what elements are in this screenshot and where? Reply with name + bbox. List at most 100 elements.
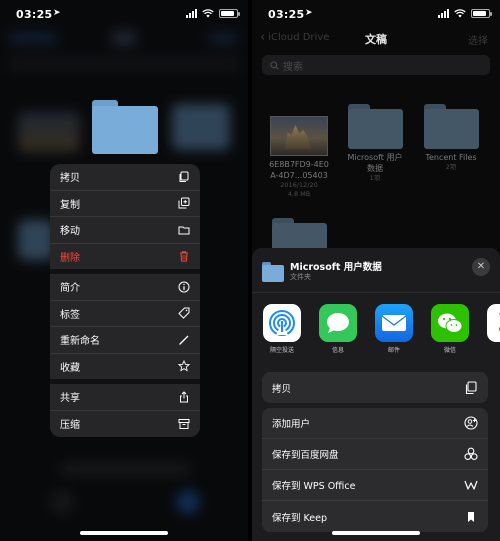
folder-icon (423, 104, 479, 149)
menu-item-rename[interactable]: 重新命名 (50, 327, 200, 354)
wps-icon (464, 480, 478, 490)
close-icon[interactable]: ✕ (472, 258, 490, 276)
file-date: 2016/12/20 (280, 181, 318, 189)
baidu-netdisk-icon (464, 447, 478, 460)
action-label: 添加用户 (272, 419, 311, 430)
share-app-label: 微信 (443, 347, 456, 354)
action-label: 保存到百度网盘 (272, 450, 339, 461)
navigation-bar: ‹ iCloud Drive 文稿 选择 (252, 28, 500, 52)
mail-icon (375, 304, 413, 342)
wifi-icon (202, 9, 214, 18)
search-field[interactable]: 搜索 (262, 55, 490, 75)
menu-item-favorite[interactable]: 收藏 (50, 354, 200, 384)
folder-item-microsoft[interactable]: Microsoft 用户 数据 1项 (340, 104, 410, 183)
status-bar: 03:25 ➤ (252, 0, 500, 28)
select-button[interactable]: 选择 (468, 32, 488, 47)
menu-item-label: 删除 (60, 252, 80, 264)
menu-item-copy[interactable]: 拷贝 (50, 164, 200, 191)
file-size: 4.8 MB (287, 190, 311, 198)
duplicate-icon (178, 197, 190, 209)
tag-icon (178, 307, 190, 319)
image-thumbnail (270, 116, 328, 156)
menu-item-label: 重新命名 (60, 336, 100, 348)
star-icon (178, 360, 190, 372)
menu-item-label: 压缩 (60, 420, 80, 432)
share-app-mail[interactable]: 邮件 (372, 304, 416, 354)
share-apps-row: 隔空投送 信息 邮件 微信 (260, 304, 500, 358)
bookmark-icon (468, 511, 474, 522)
menu-item-label: 拷贝 (60, 173, 80, 185)
cellular-signal-icon (186, 9, 197, 18)
share-actions-group-1: 拷贝 (262, 372, 488, 403)
menu-item-tags[interactable]: 标签 (50, 301, 200, 327)
menu-item-label: 共享 (60, 393, 80, 405)
page-title: 文稿 (365, 33, 387, 46)
search-placeholder: 搜索 (283, 61, 303, 73)
status-time: 03:25 (268, 8, 305, 21)
wifi-icon (454, 9, 466, 18)
folder-item-count: 2项 (445, 163, 457, 171)
action-save-wps[interactable]: 保存到 WPS Office (262, 470, 488, 501)
pencil-icon (178, 334, 190, 346)
airdrop-icon (263, 304, 301, 342)
info-icon (178, 281, 190, 293)
share-app-label: 邮件 (387, 347, 400, 354)
home-indicator[interactable] (80, 531, 168, 535)
folder-icon (262, 262, 284, 282)
battery-icon (471, 9, 492, 18)
share-app-partial[interactable] (484, 304, 500, 342)
menu-item-label: 收藏 (60, 362, 80, 374)
folder-name: Tencent Files (425, 153, 477, 162)
menu-item-label: 标签 (60, 309, 80, 321)
home-indicator[interactable] (332, 531, 420, 535)
menu-item-move[interactable]: 移动 (50, 217, 200, 244)
location-arrow-icon: ➤ (53, 8, 61, 18)
action-label: 保存到 WPS Office (272, 481, 356, 492)
copy-icon (178, 171, 190, 183)
file-name-line2: A-4D7...05403 (270, 171, 328, 180)
menu-item-delete[interactable]: 删除 (50, 244, 200, 274)
action-label: 拷贝 (272, 383, 292, 395)
folder-name: Microsoft 用户 (347, 153, 403, 162)
share-icon (178, 391, 190, 403)
location-arrow-icon: ➤ (305, 8, 313, 18)
file-item-image[interactable]: 6E8B7FD9-4E0 A-4D7...05403 2016/12/20 4.8 … (264, 112, 334, 199)
action-save-baidu[interactable]: 保存到百度网盘 (262, 439, 488, 470)
battery-icon (219, 9, 240, 18)
cellular-signal-icon (438, 9, 449, 18)
folder-icon (347, 104, 403, 149)
menu-item-compress[interactable]: 压缩 (50, 411, 200, 438)
folder-icon (178, 224, 190, 236)
share-app-label: 信息 (331, 347, 344, 354)
menu-item-share[interactable]: 共享 (50, 384, 200, 411)
menu-item-duplicate[interactable]: 复制 (50, 191, 200, 217)
add-person-icon (464, 416, 478, 430)
wechat-icon (431, 304, 469, 342)
status-time: 03:25 (16, 8, 53, 21)
messages-icon (319, 304, 357, 342)
share-app-messages[interactable]: 信息 (316, 304, 360, 354)
action-add-people[interactable]: 添加用户 (262, 408, 488, 439)
share-app-airdrop[interactable]: 隔空投送 (260, 304, 304, 354)
right-screen: 03:25 ➤ ‹ iCloud Drive 文稿 选择 搜索 6E8B7FD9… (252, 0, 500, 541)
menu-item-info[interactable]: 简介 (50, 274, 200, 301)
left-screen: 03:25 ➤ 拷贝 复制 移动 删除 简介 标签 重新命名 收藏 共享 压缩 (0, 0, 248, 541)
action-save-keep[interactable]: 保存到 Keep (262, 501, 488, 532)
folder-item-tencent[interactable]: Tencent Files 2项 (416, 104, 486, 172)
action-copy[interactable]: 拷贝 (262, 372, 488, 403)
action-label: 保存到 Keep (272, 512, 327, 524)
share-app-wechat[interactable]: 微信 (428, 304, 472, 354)
status-bar: 03:25 ➤ (0, 0, 248, 28)
selected-folder-preview (92, 100, 158, 154)
share-sheet-title: Microsoft 用户数据 (290, 262, 382, 273)
folder-item-count: 1项 (369, 174, 381, 182)
share-app-label: 隔空投送 (269, 347, 294, 354)
menu-item-label: 移动 (60, 226, 80, 238)
menu-item-label: 复制 (60, 199, 80, 211)
share-sheet: Microsoft 用户数据 文件夹 ✕ 隔空投送 信息 邮件 微信 拷贝 添加… (252, 248, 500, 541)
app-icon (487, 304, 500, 342)
context-menu: 拷贝 复制 移动 删除 简介 标签 重新命名 收藏 共享 压缩 (50, 164, 200, 437)
folder-name-line2: 数据 (367, 164, 383, 173)
file-name: 6E8B7FD9-4E0 (269, 160, 329, 169)
share-sheet-subtitle: 文件夹 (290, 273, 311, 281)
